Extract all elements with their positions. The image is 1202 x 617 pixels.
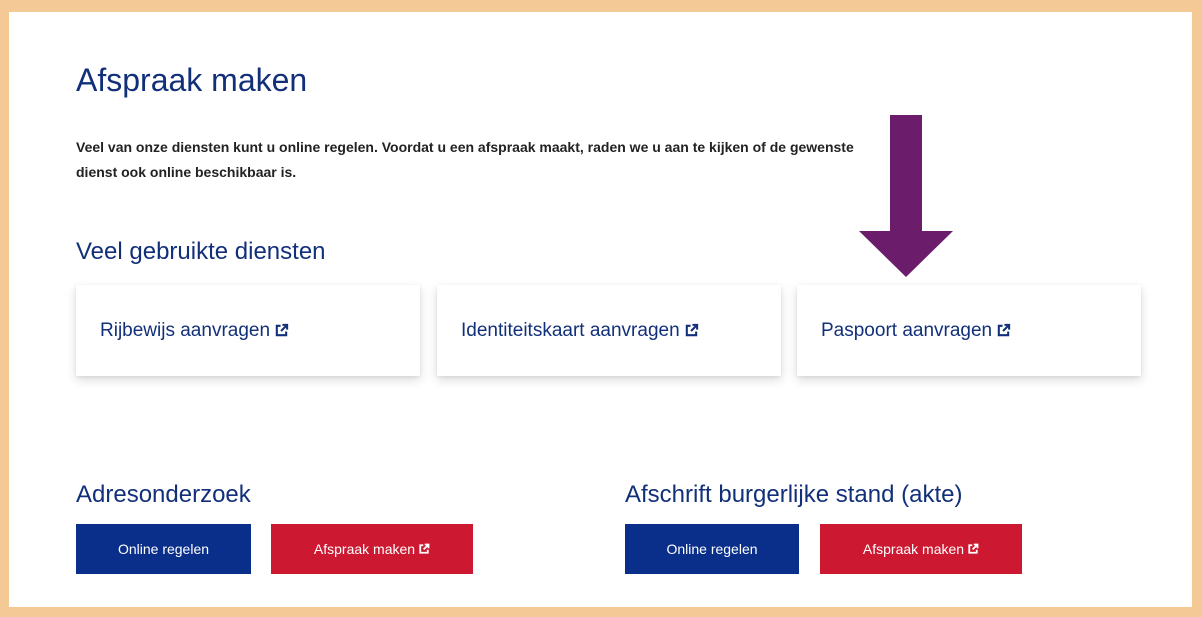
button-label: Online regelen: [117, 541, 210, 557]
afschrift-online-button[interactable]: Online regelen: [625, 524, 799, 574]
intro-text: Veel van onze diensten kunt u online reg…: [76, 139, 854, 180]
card-paspoort-aanvragen[interactable]: Paspoort aanvragen: [797, 285, 1141, 376]
card-label: Rijbewijs aanvragen: [100, 319, 271, 341]
external-link-icon: [996, 323, 1011, 338]
card-rijbewijs-aanvragen[interactable]: Rijbewijs aanvragen: [76, 285, 420, 376]
external-link-icon: [684, 323, 699, 338]
afschrift-afspraak-button[interactable]: Afspraak maken: [820, 524, 1022, 574]
card-label: Paspoort aanvragen: [821, 319, 993, 341]
common-services-heading: Veel gebruikte diensten: [76, 238, 326, 265]
button-label: Afspraak maken: [313, 541, 416, 557]
external-link-icon: [967, 543, 979, 555]
card-label: Identiteitskaart aanvragen: [461, 319, 680, 341]
external-link-icon: [418, 543, 430, 555]
adresonderzoek-afspraak-button[interactable]: Afspraak maken: [271, 524, 473, 574]
button-label: Online regelen: [666, 541, 758, 557]
page-title: Afspraak maken: [76, 62, 308, 98]
button-label: Afspraak maken: [862, 541, 965, 557]
down-arrow-icon: [859, 115, 953, 277]
external-link-icon: [274, 323, 289, 338]
page-frame: Afspraak maken Veel van onze diensten ku…: [9, 12, 1192, 607]
adresonderzoek-online-button[interactable]: Online regelen: [76, 524, 251, 574]
adresonderzoek-heading: Adresonderzoek: [76, 481, 251, 508]
card-identiteitskaart-aanvragen[interactable]: Identiteitskaart aanvragen: [437, 285, 781, 376]
afschrift-heading: Afschrift burgerlijke stand (akte): [625, 481, 963, 508]
